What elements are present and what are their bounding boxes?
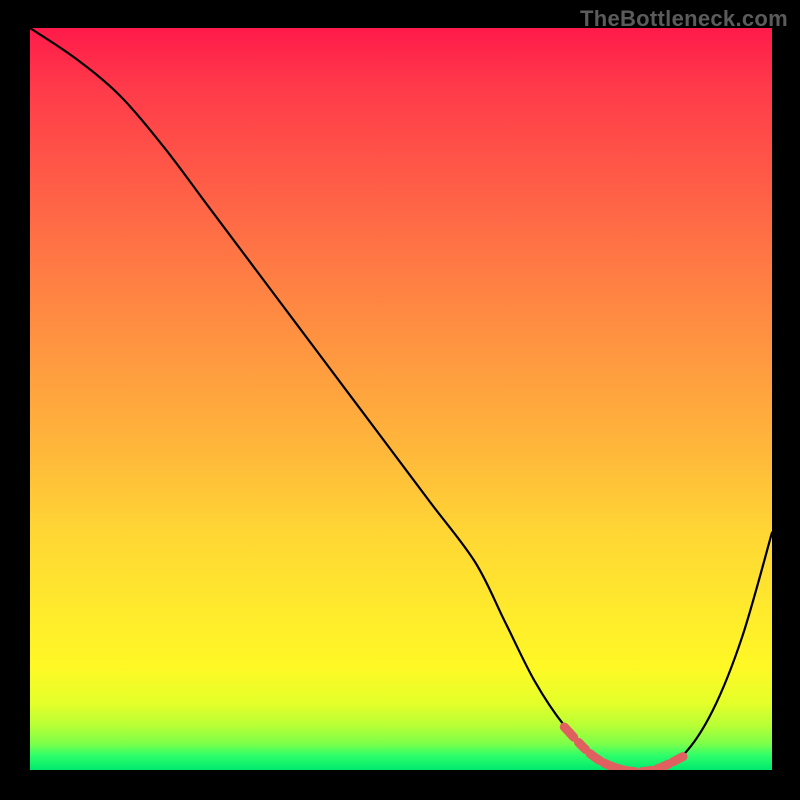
chart-container: TheBottleneck.com [0,0,800,800]
watermark-text: TheBottleneck.com [580,6,788,32]
min-accent [564,727,683,770]
plot-area [30,28,772,770]
curve-svg [30,28,772,770]
bottleneck-curve [30,28,772,770]
